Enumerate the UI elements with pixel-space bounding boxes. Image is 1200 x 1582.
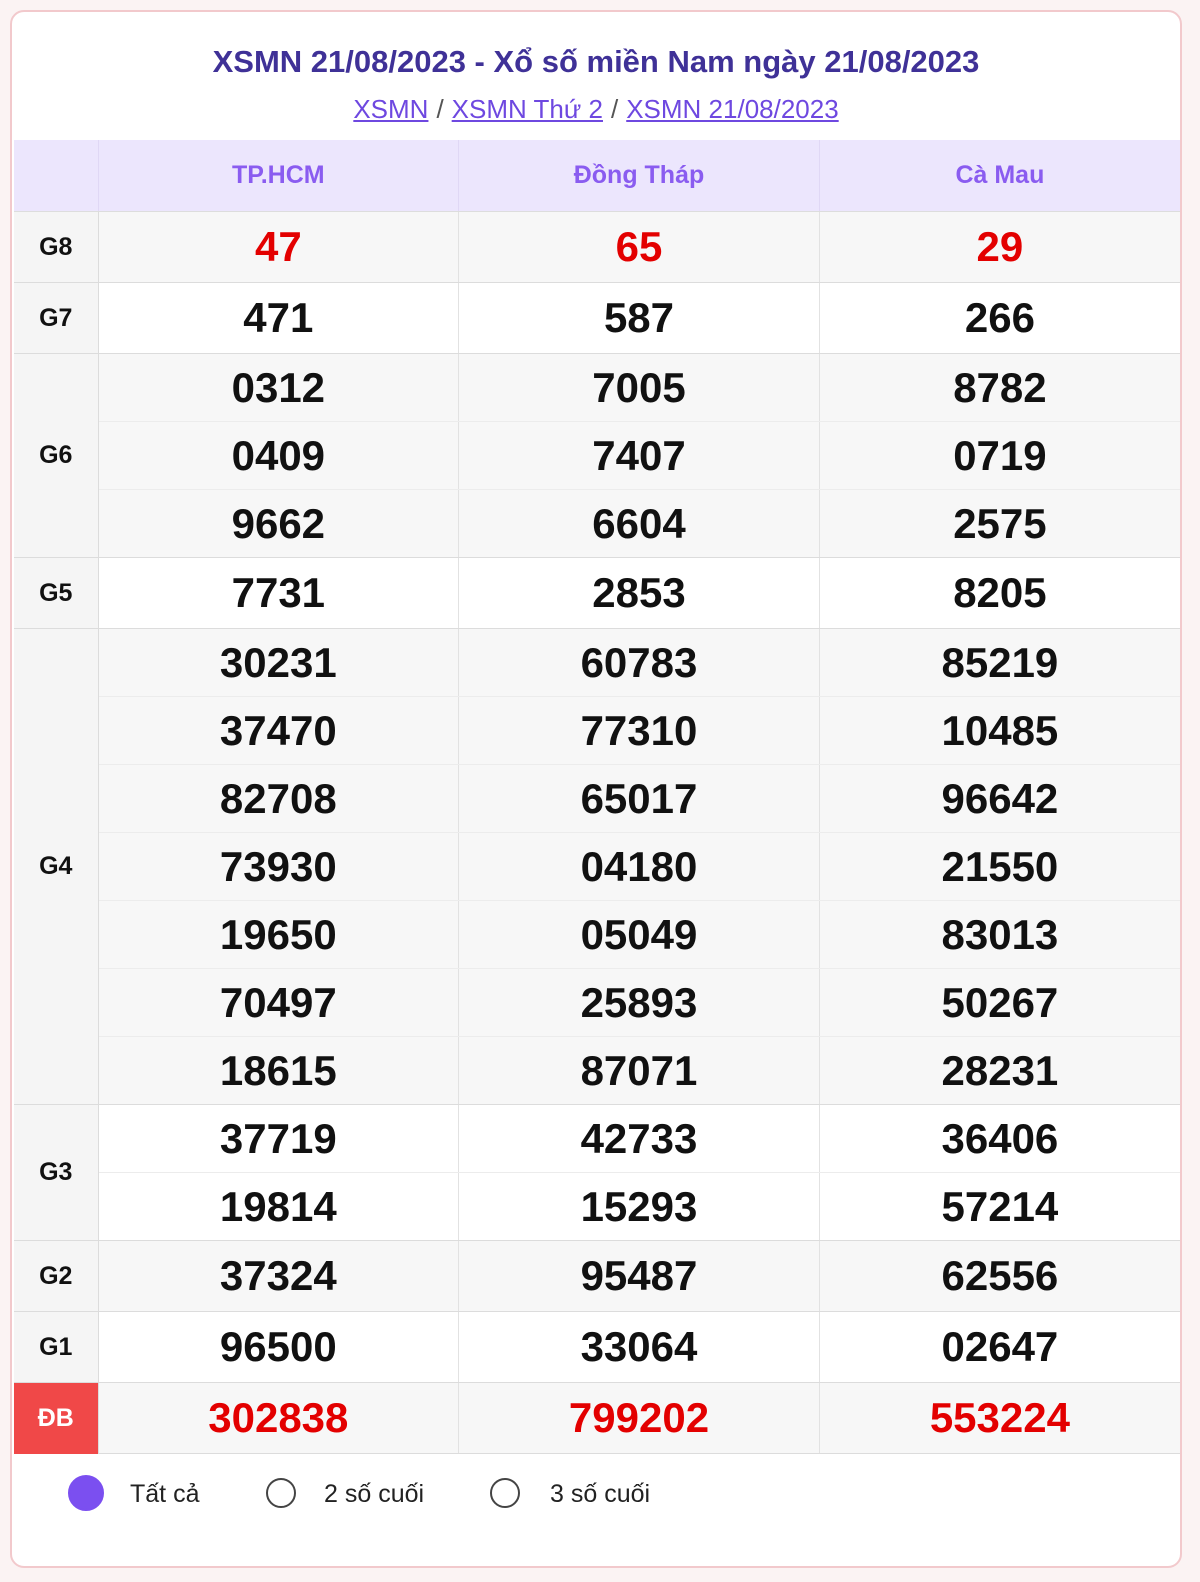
result-number: 65 — [458, 211, 820, 283]
result-number: 0312 — [97, 353, 459, 422]
result-number: 19650 — [97, 900, 459, 969]
result-number: 28231 — [818, 1036, 1180, 1105]
result-number: 7005 — [458, 353, 820, 422]
result-number: 29 — [818, 211, 1180, 283]
result-number: 0409 — [97, 421, 459, 490]
breadcrumb-xsmn[interactable]: XSMN — [353, 94, 428, 124]
result-number: 7407 — [458, 421, 820, 490]
prize-label-g8: G8 — [14, 211, 99, 283]
result-number: 57214 — [818, 1172, 1180, 1241]
result-number: 83013 — [818, 900, 1180, 969]
result-number: 25893 — [458, 968, 820, 1037]
prize-label-g4: G4 — [14, 628, 99, 1105]
result-number: 266 — [818, 282, 1180, 354]
result-number: 70497 — [97, 968, 459, 1037]
result-number: 0719 — [818, 421, 1180, 490]
result-number: 04180 — [458, 832, 820, 901]
special-prize-number: 553224 — [818, 1382, 1180, 1454]
result-number: 50267 — [818, 968, 1180, 1037]
result-number: 95487 — [458, 1240, 820, 1312]
result-number: 77310 — [458, 696, 820, 765]
result-number: 2853 — [458, 557, 820, 629]
result-number: 10485 — [818, 696, 1180, 765]
filter-label-last-3[interactable]: 3 số cuối — [550, 1478, 650, 1510]
prize-label-g3: G3 — [14, 1104, 99, 1241]
result-number: 05049 — [458, 900, 820, 969]
result-number: 47 — [97, 211, 459, 283]
special-prize-number: 302838 — [97, 1382, 459, 1454]
result-number: 37470 — [97, 696, 459, 765]
result-number: 37719 — [97, 1104, 459, 1173]
result-number: 96500 — [97, 1311, 459, 1383]
result-number: 96642 — [818, 764, 1180, 833]
result-number: 19814 — [97, 1172, 459, 1241]
result-number: 36406 — [818, 1104, 1180, 1173]
result-number: 85219 — [818, 628, 1180, 697]
radio-last-3-icon[interactable] — [490, 1478, 520, 1508]
results-card: XSMN 21/08/2023 - Xổ số miền Nam ngày 21… — [10, 10, 1182, 1568]
results-table: TP.HCM Đồng Tháp Cà Mau G8 47 65 29 G7 4… — [14, 140, 1180, 1454]
result-number: 87071 — [458, 1036, 820, 1105]
breadcrumb: XSMN / XSMN Thứ 2/XSMN 21/08/2023 — [353, 94, 839, 124]
result-number: 42733 — [458, 1104, 820, 1173]
result-number: 02647 — [818, 1311, 1180, 1383]
breadcrumb-xsmn-date[interactable]: XSMN 21/08/2023 — [626, 94, 838, 124]
result-number: 21550 — [818, 832, 1180, 901]
result-number: 7731 — [97, 557, 459, 629]
result-number: 6604 — [458, 489, 820, 558]
radio-last-2-icon[interactable] — [266, 1478, 296, 1508]
special-prize-number: 799202 — [458, 1382, 820, 1454]
result-number: 33064 — [458, 1311, 820, 1383]
result-number: 65017 — [458, 764, 820, 833]
result-number: 9662 — [97, 489, 459, 558]
result-number: 8782 — [818, 353, 1180, 422]
breadcrumb-xsmn-thu-2[interactable]: XSMN Thứ 2 — [452, 94, 603, 124]
filter-label-last-2[interactable]: 2 số cuối — [324, 1478, 424, 1510]
result-number: 15293 — [458, 1172, 820, 1241]
result-number: 471 — [97, 282, 459, 354]
result-number: 62556 — [818, 1240, 1180, 1312]
page-title: XSMN 21/08/2023 - Xổ số miền Nam ngày 21… — [212, 44, 980, 79]
result-number: 82708 — [97, 764, 459, 833]
prize-label-g5: G5 — [14, 557, 99, 629]
digit-filter-group: Tất cả 2 số cuối 3 số cuối — [12, 1472, 1180, 1518]
prize-label-g1: G1 — [14, 1311, 99, 1383]
prize-label-g7: G7 — [14, 282, 99, 354]
province-header-dong-thap: Đồng Tháp — [458, 140, 820, 212]
result-number: 8205 — [818, 557, 1180, 629]
result-number: 30231 — [97, 628, 459, 697]
result-number: 587 — [458, 282, 820, 354]
prize-label-g2: G2 — [14, 1240, 99, 1312]
filter-label-all[interactable]: Tất cả — [130, 1478, 199, 1510]
result-number: 73930 — [97, 832, 459, 901]
prize-label-special: ĐB — [14, 1382, 99, 1454]
province-header-ca-mau: Cà Mau — [818, 140, 1180, 212]
province-header-tphcm: TP.HCM — [97, 140, 459, 212]
result-number: 60783 — [458, 628, 820, 697]
header-empty — [14, 140, 98, 212]
result-number: 2575 — [818, 489, 1180, 558]
prize-label-g6: G6 — [14, 353, 99, 558]
result-number: 18615 — [97, 1036, 459, 1105]
radio-all-selected-icon[interactable] — [68, 1475, 104, 1511]
result-number: 37324 — [97, 1240, 459, 1312]
